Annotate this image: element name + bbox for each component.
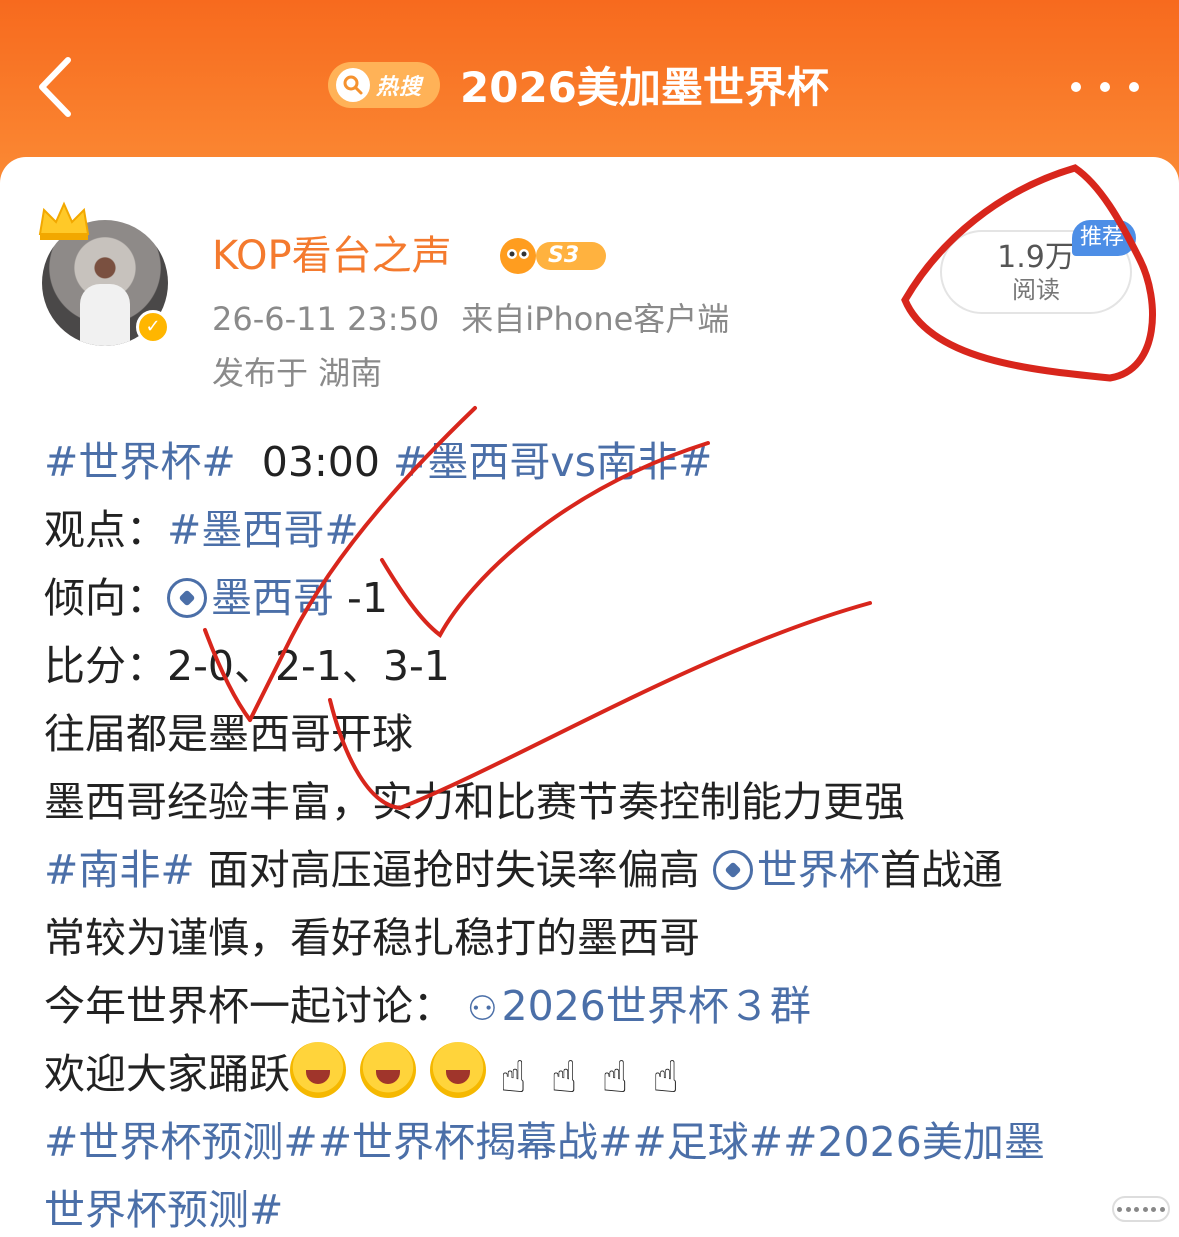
football-icon <box>712 850 753 890</box>
content-text: 今年世界杯一起讨论： <box>44 982 454 1030</box>
topic-tags-line[interactable]: #世界杯预测##世界杯揭幕战##足球##2026美加墨 <box>44 1108 1144 1176</box>
topic-tag[interactable]: #世界杯# <box>44 438 236 486</box>
back-arrow-icon <box>39 57 71 117</box>
username[interactable]: KOP看台之声 <box>212 228 452 284</box>
viewpoint-label: 观点： <box>44 506 167 554</box>
content-line: 倾向： 墨西哥 -1 <box>44 564 1144 632</box>
more-icon <box>1100 82 1110 92</box>
dot <box>1159 1206 1165 1212</box>
pointing-up-icon: ☝ <box>601 1052 629 1103</box>
level-label: S3 <box>548 243 580 268</box>
timestamp: 26-6-11 23:50 <box>212 300 440 338</box>
crown-icon <box>38 201 90 240</box>
collapse-handle[interactable] <box>1112 1196 1170 1222</box>
dot <box>1117 1206 1123 1212</box>
group-chat-link[interactable]: ⚇2026世界杯３群 <box>467 982 811 1030</box>
more-button[interactable] <box>1065 70 1145 104</box>
topic-tag[interactable]: #墨西哥# <box>167 506 359 554</box>
cheer-emoji-icon <box>360 1042 416 1098</box>
content-line: 观点：#墨西哥# <box>44 496 1144 564</box>
tendency-label: 倾向： <box>44 574 167 622</box>
football-icon <box>167 578 207 618</box>
content-text: 首战通 <box>879 846 1003 894</box>
post-content: #世界杯# 03:00 #墨西哥vs南非# 观点：#墨西哥# 倾向： 墨西哥 -1… <box>44 428 1144 1237</box>
content-text: 欢迎大家踊跃 <box>44 1050 290 1098</box>
handicap-value: -1 <box>347 574 388 622</box>
read-count: 1.9万 <box>997 240 1075 275</box>
search-icon <box>336 68 370 102</box>
content-line: #世界杯# 03:00 #墨西哥vs南非# <box>44 428 1144 496</box>
source-client: 来自iPhone客户端 <box>461 300 730 338</box>
score-label: 比分： <box>44 642 167 690</box>
back-button[interactable] <box>30 52 90 122</box>
super-topic-link[interactable]: 墨西哥 <box>167 574 334 622</box>
pointing-up-icon: ☝ <box>652 1052 680 1103</box>
group-icon: ⚇ <box>467 989 498 1029</box>
dot <box>1142 1206 1148 1212</box>
avatar-figure <box>80 284 130 346</box>
content-line: 欢迎大家踊跃 ☝ ☝ ☝ ☝ <box>44 1040 1144 1108</box>
page-title: 2026美加墨世界杯 <box>460 63 829 112</box>
hot-search-label: 热搜 <box>376 75 423 100</box>
topic-tag[interactable]: #南非# <box>44 846 195 894</box>
verified-icon: ✓ <box>136 310 170 344</box>
score-values: 2-0、2-1、3-1 <box>167 642 450 690</box>
dot <box>1134 1206 1140 1212</box>
content-line: 墨西哥经验丰富，实力和比赛节奏控制能力更强 <box>44 778 905 826</box>
dot <box>1151 1206 1157 1212</box>
super-topic-label: 墨西哥 <box>211 574 334 622</box>
avatar[interactable]: ✓ <box>36 198 186 348</box>
match-time: 03:00 <box>261 438 380 486</box>
more-icon <box>1129 82 1139 92</box>
super-topic-label: 世界杯 <box>756 846 880 894</box>
content-line: #南非# 面对高压逼抢时失误率偏高 世界杯首战通 <box>44 836 1144 904</box>
super-topic-link[interactable]: 世界杯 <box>712 846 880 894</box>
hot-search-badge[interactable]: 热搜 <box>328 62 440 108</box>
pointing-up-icon: ☝ <box>550 1052 578 1103</box>
content-line: 今年世界杯一起讨论： ⚇2026世界杯３群 <box>44 972 1144 1040</box>
content-line: 往届都是墨西哥开球 <box>44 710 413 758</box>
more-icon <box>1071 82 1081 92</box>
dot <box>1125 1206 1131 1212</box>
read-label: 阅读 <box>1012 276 1060 304</box>
content-line: 常较为谨慎，看好稳扎稳打的墨西哥 <box>44 914 700 962</box>
topic-tags-line[interactable]: 世界杯预测# <box>44 1176 1144 1237</box>
post-meta: 26-6-11 23:50 来自iPhone客户端 <box>212 296 729 342</box>
cheer-emoji-icon <box>430 1042 486 1098</box>
cheer-emoji-icon <box>290 1042 346 1098</box>
recommend-tag: 推荐 <box>1072 220 1136 256</box>
post-location: 发布于 湖南 <box>212 354 383 392</box>
pointing-up-icon: ☝ <box>500 1052 527 1103</box>
content-text: 面对高压逼抢时失误率偏高 <box>207 846 700 894</box>
topic-tag[interactable]: #墨西哥vs南非# <box>393 438 712 486</box>
group-chat-label: 2026世界杯３群 <box>501 982 811 1030</box>
content-line: 比分：2-0、2-1、3-1 <box>44 632 1144 700</box>
